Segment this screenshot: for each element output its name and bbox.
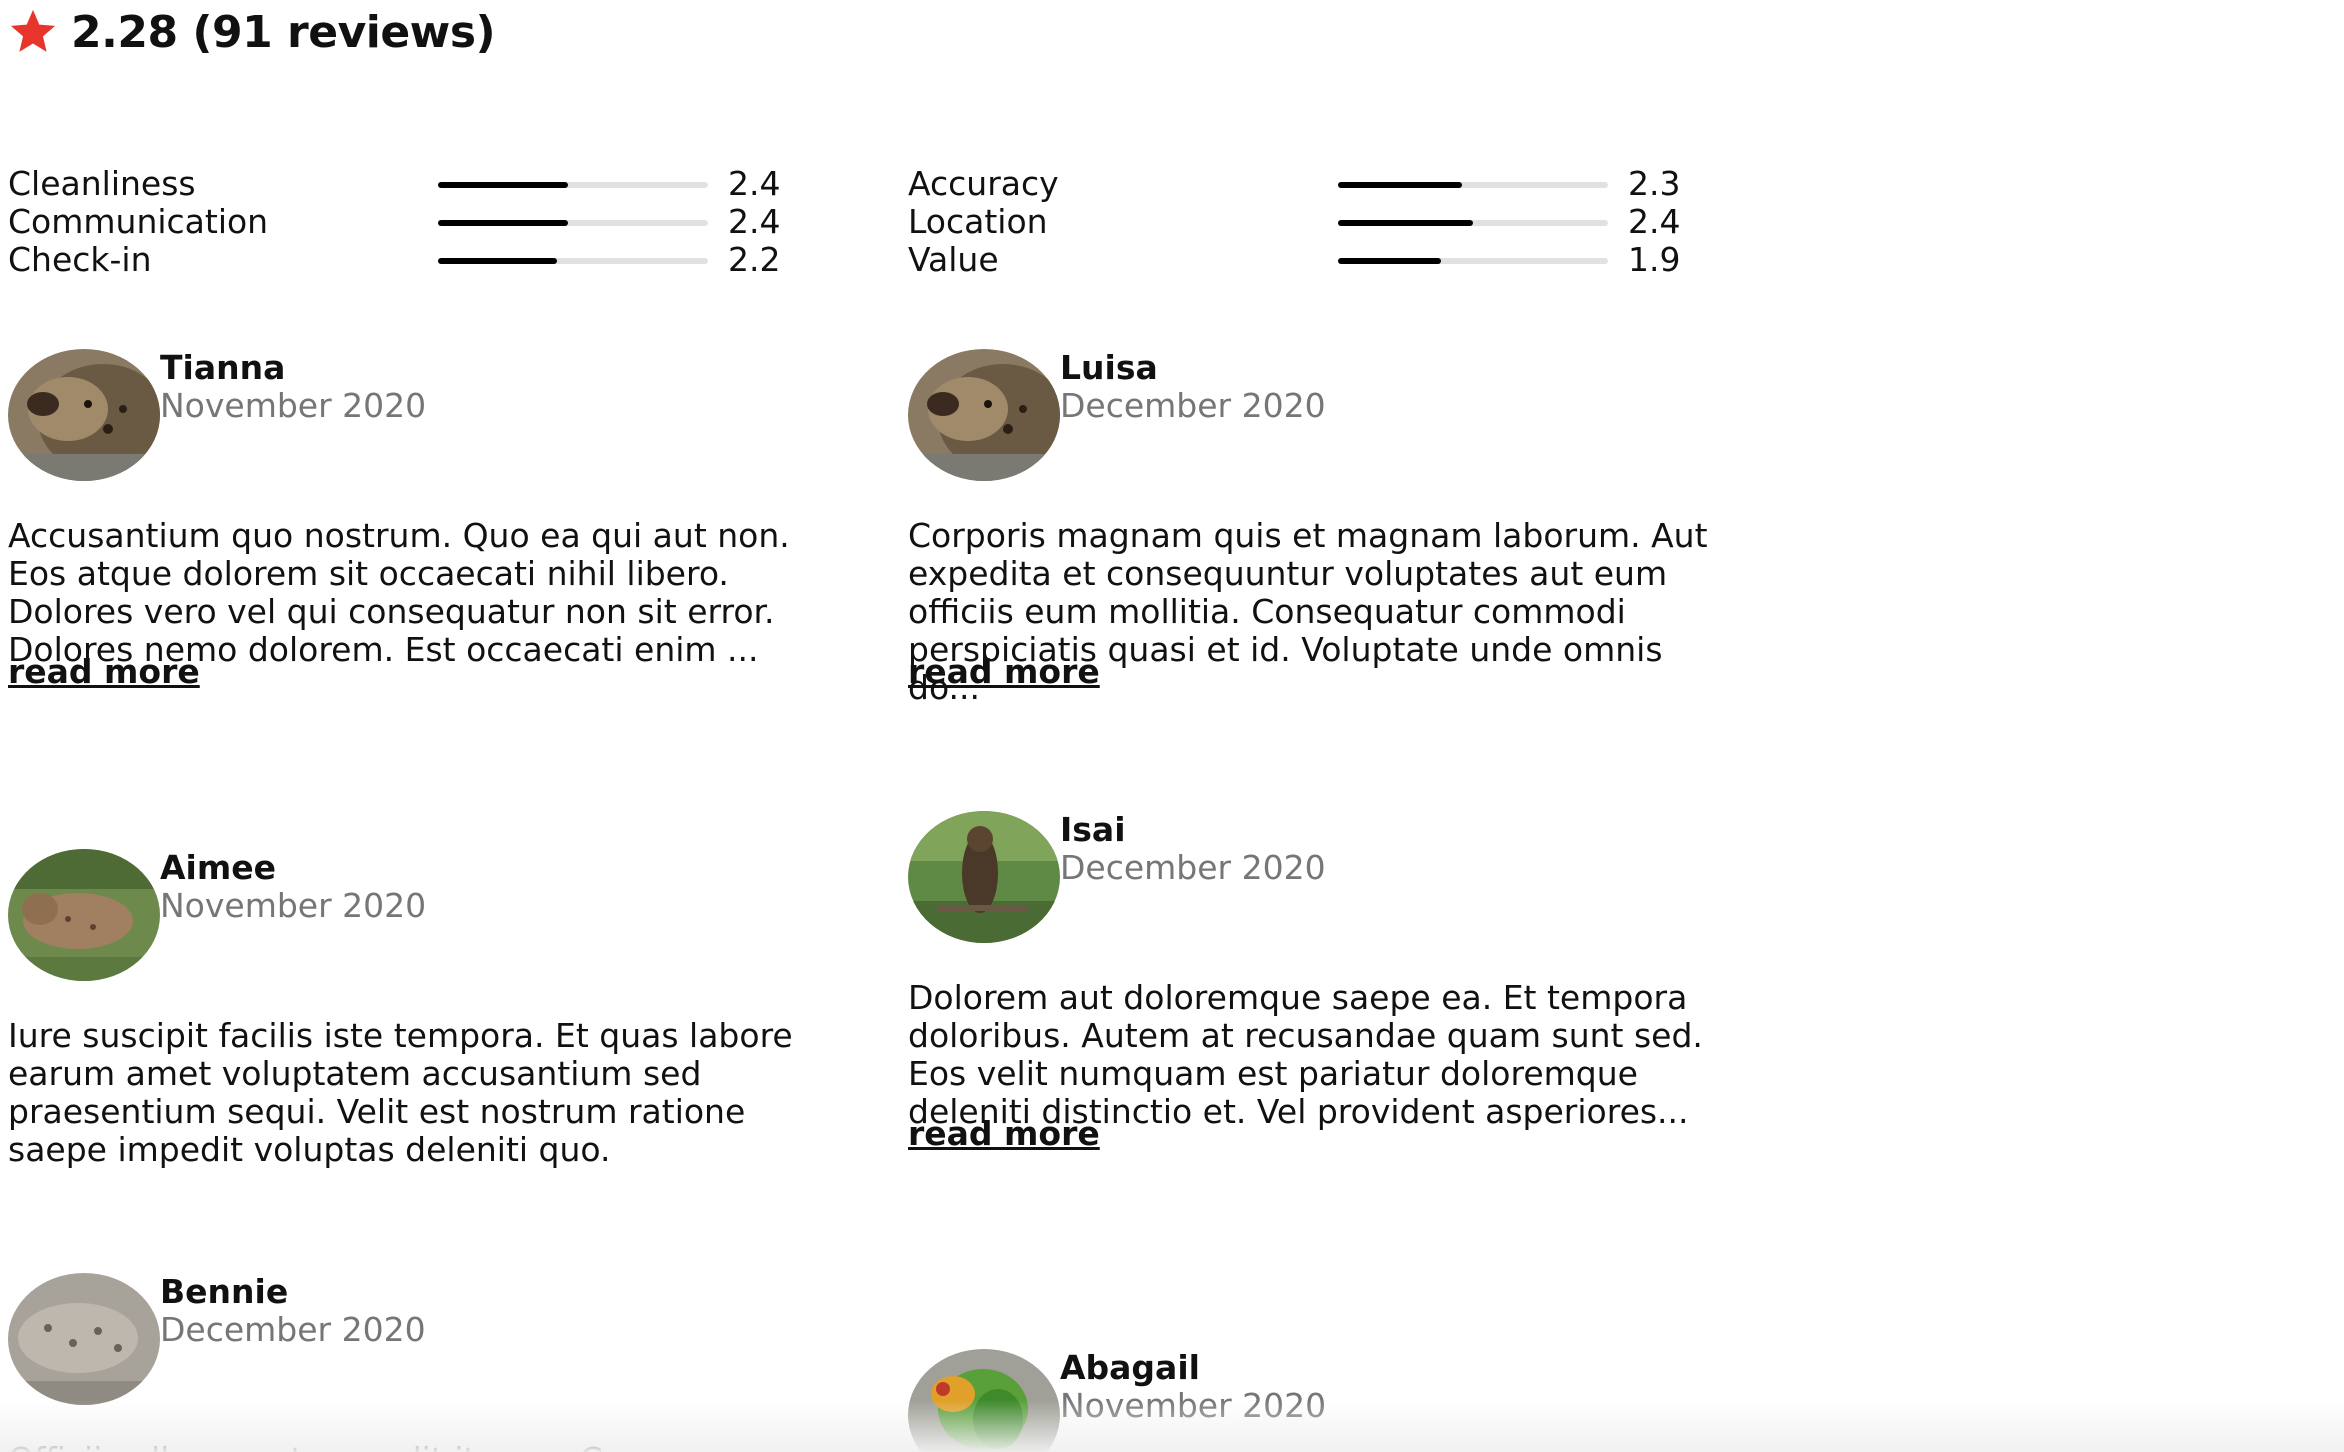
score-label: Cleanliness — [8, 164, 196, 203]
score-label: Accuracy — [908, 164, 1059, 203]
review-card: Bennie December 2020 Officiis ullam nost… — [8, 1273, 828, 1452]
review-text: Accusantium quo nostrum. Quo ea qui aut … — [8, 516, 790, 669]
score-value-rating: Value 1.9 — [908, 241, 1688, 279]
score-value: 2.3 — [1628, 164, 1681, 203]
parrot-avatar[interactable] — [908, 1349, 1060, 1452]
reviewer-name: Tianna — [160, 348, 286, 387]
score-value: 2.2 — [728, 240, 781, 279]
score-bar-fill — [438, 220, 568, 226]
review-card: Isai December 2020 Dolorem aut doloremqu… — [908, 811, 1728, 1161]
score-check-in: Check-in 2.2 — [8, 241, 788, 279]
read-more-link[interactable]: read more — [908, 653, 1100, 691]
score-bar — [1338, 258, 1608, 264]
reviewer-name: Luisa — [1060, 348, 1158, 387]
score-bar — [438, 258, 708, 264]
review-date: December 2020 — [1060, 386, 1326, 425]
score-bar-fill — [1338, 258, 1441, 264]
hyena-avatar[interactable] — [908, 349, 1060, 481]
review-date: December 2020 — [160, 1310, 426, 1349]
leopard-avatar[interactable] — [8, 1273, 160, 1405]
score-bar-fill — [1338, 182, 1463, 188]
score-bar — [438, 182, 708, 188]
reviewer-name: Abagail — [1060, 1348, 1200, 1387]
score-label: Check-in — [8, 240, 152, 279]
review-card: Luisa December 2020 Corporis magnam quis… — [908, 348, 1728, 707]
review-date: November 2020 — [160, 386, 427, 425]
score-bar — [438, 220, 708, 226]
score-value: 2.4 — [1628, 202, 1681, 241]
hyena-avatar[interactable] — [8, 349, 160, 481]
score-value: 2.4 — [728, 202, 781, 241]
reviewer-name: Aimee — [160, 848, 276, 887]
score-label: Location — [908, 202, 1048, 241]
review-card: Aimee November 2020 Iure suscipit facili… — [8, 849, 828, 1169]
score-label: Communication — [8, 202, 269, 241]
reviewer-name: Isai — [1060, 810, 1126, 849]
rating-summary: 2.28 (91 reviews) — [7, 0, 496, 64]
review-text: Officiis ullam nostrum odit itaque. Cumq… — [8, 1441, 828, 1452]
score-bar — [1338, 220, 1608, 226]
read-more-link[interactable]: read more — [8, 653, 200, 691]
score-value: 1.9 — [1628, 240, 1681, 279]
review-date: November 2020 — [1060, 1386, 1327, 1425]
reviewer-name: Bennie — [160, 1272, 289, 1311]
score-location: Location 2.4 — [908, 203, 1688, 241]
review-text: Iure suscipit facilis iste tempora. Et q… — [8, 1016, 793, 1169]
score-bar-fill — [438, 182, 568, 188]
owl-avatar[interactable] — [908, 811, 1060, 943]
review-date: December 2020 — [1060, 848, 1326, 887]
score-label: Value — [908, 240, 999, 279]
star-icon — [7, 6, 59, 58]
score-communication: Communication 2.4 — [8, 203, 788, 241]
rating-title: 2.28 (91 reviews) — [71, 6, 496, 58]
read-more-link[interactable]: read more — [908, 1115, 1100, 1153]
score-bar-fill — [438, 258, 557, 264]
reviews-page: 2.28 (91 reviews) Cleanliness 2.4 Commun… — [0, 0, 2344, 1452]
score-value: 2.4 — [728, 164, 781, 203]
lynx-avatar[interactable] — [8, 849, 160, 981]
score-bar-fill — [1338, 220, 1473, 226]
score-bar — [1338, 182, 1608, 188]
review-text: Dolorem aut doloremque saepe ea. Et temp… — [908, 978, 1703, 1131]
review-card: Tianna November 2020 Accusantium quo nos… — [8, 349, 828, 699]
review-date: November 2020 — [160, 886, 427, 925]
review-card: Abagail November 2020 — [908, 1349, 1728, 1452]
score-accuracy: Accuracy 2.3 — [908, 165, 1688, 203]
score-cleanliness: Cleanliness 2.4 — [8, 165, 788, 203]
